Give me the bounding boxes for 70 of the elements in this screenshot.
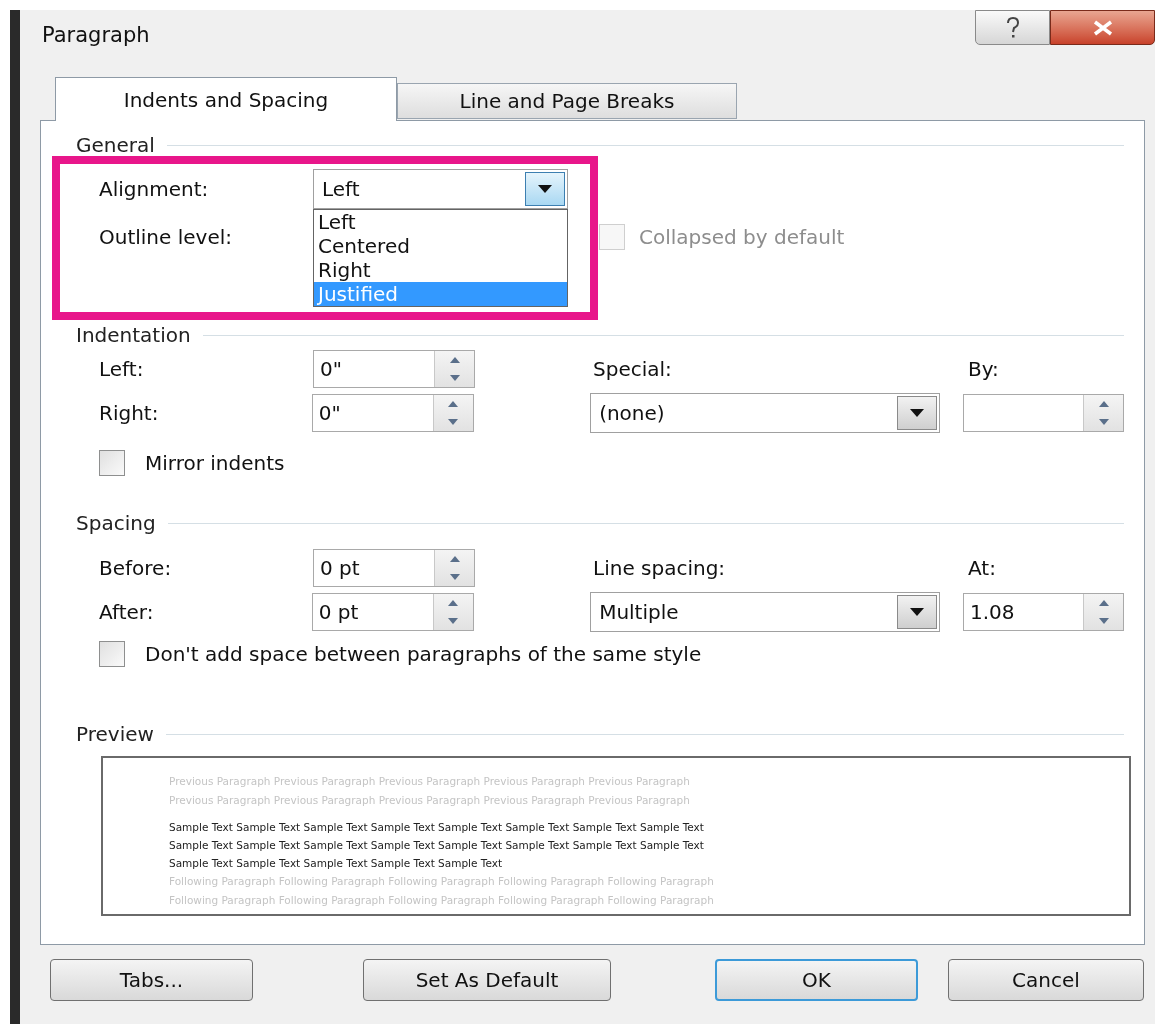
dropdown-option[interactable]: Centered [314, 234, 567, 258]
preview-text: Following Paragraph Following Paragraph Following Paragraph Following Paragraph Following Paragraph [169, 874, 715, 889]
field-label: Before: [99, 556, 172, 580]
preview-text: Sample Text Sample Text Sample Text Sample Text Sample Text Sample Text Sample Text Sample Text [169, 820, 705, 835]
number-field[interactable]: 0 pt [313, 549, 475, 587]
field-label: Special: [593, 357, 672, 381]
field-label: Outline level: [99, 225, 232, 249]
up-arrow-icon [449, 556, 460, 562]
close-button[interactable] [1050, 10, 1155, 45]
number-field[interactable]: 0" [313, 350, 475, 388]
dropdown-field[interactable]: Multiple [590, 592, 941, 632]
dialog-button[interactable]: OK [715, 959, 918, 1001]
tab[interactable]: Indents and Spacing [55, 77, 397, 121]
down-arrow-icon [1098, 419, 1109, 425]
dialog-button[interactable]: Cancel [948, 959, 1144, 1001]
down-arrow-icon [449, 375, 460, 381]
checkbox-label: Collapsed by default [639, 224, 845, 251]
spin-buttons[interactable] [1083, 594, 1123, 630]
checkbox[interactable] [99, 641, 125, 667]
field-label: At: [968, 555, 996, 582]
number-field[interactable] [962, 394, 1124, 432]
number-field[interactable]: 0" [311, 394, 474, 432]
number-field[interactable]: 1.08 [962, 593, 1124, 631]
caret-icon [537, 184, 553, 194]
close-icon [1091, 19, 1114, 36]
checkbox-label: Mirror indents [145, 450, 285, 477]
tab[interactable]: Line and Page Breaks [397, 83, 737, 119]
window-title: Paragraph [41, 22, 150, 49]
caret-icon [909, 607, 926, 617]
dropdown-option[interactable]: Left [314, 210, 567, 234]
section-heading: Indentation [76, 322, 191, 349]
field-label: Line spacing: [593, 556, 726, 580]
preview-text: Previous Paragraph Previous Paragraph Previous Paragraph Previous Paragraph Previous Paragraph [169, 774, 691, 789]
spin-buttons[interactable] [432, 395, 473, 431]
field-label: Left: [99, 357, 144, 381]
dropdown-field[interactable]: Left [313, 169, 568, 209]
section-heading: Preview [76, 721, 154, 748]
caret-icon [909, 408, 926, 418]
number-field[interactable]: 0 pt [311, 593, 474, 631]
field-label: After: [99, 600, 154, 624]
preview-text: Sample Text Sample Text Sample Text Sample Text Sample Text [169, 856, 504, 871]
down-arrow-icon [1098, 618, 1109, 624]
dialog-button[interactable]: Set As Default [363, 959, 611, 1001]
checkbox[interactable] [99, 450, 125, 476]
spin-buttons[interactable] [432, 594, 473, 630]
preview-text: Sample Text Sample Text Sample Text Sample Text Sample Text Sample Text Sample Text Sample Text [169, 838, 705, 853]
field-label: By: [968, 356, 999, 383]
preview-text: Following Paragraph Following Paragraph Following Paragraph Following Paragraph Following Paragraph [169, 893, 715, 908]
spin-buttons[interactable] [434, 550, 474, 586]
section-heading: General [76, 132, 155, 159]
down-arrow-icon [448, 618, 459, 624]
section-heading: Spacing [76, 510, 156, 537]
spin-buttons[interactable] [1083, 395, 1123, 431]
question-mark-icon [1004, 16, 1021, 39]
up-arrow-icon [1098, 401, 1109, 407]
dialog-button[interactable]: Tabs... [50, 959, 253, 1001]
field-label: Right: [99, 401, 159, 425]
down-arrow-icon [448, 419, 459, 425]
up-arrow-icon [449, 357, 460, 363]
help-button[interactable] [975, 10, 1050, 45]
field-label: Alignment: [99, 177, 209, 201]
preview-text: Previous Paragraph Previous Paragraph Previous Paragraph Previous Paragraph Previous Paragraph [169, 793, 691, 808]
checkbox-label: Don't add space between paragraphs of the same style [145, 641, 702, 668]
up-arrow-icon [448, 600, 459, 606]
spin-buttons[interactable] [434, 351, 474, 387]
up-arrow-icon [448, 401, 459, 407]
dropdown-field[interactable]: (none) [590, 393, 941, 433]
down-arrow-icon [449, 574, 460, 580]
dropdown-option[interactable]: Right [314, 258, 567, 282]
up-arrow-icon [1098, 600, 1109, 606]
